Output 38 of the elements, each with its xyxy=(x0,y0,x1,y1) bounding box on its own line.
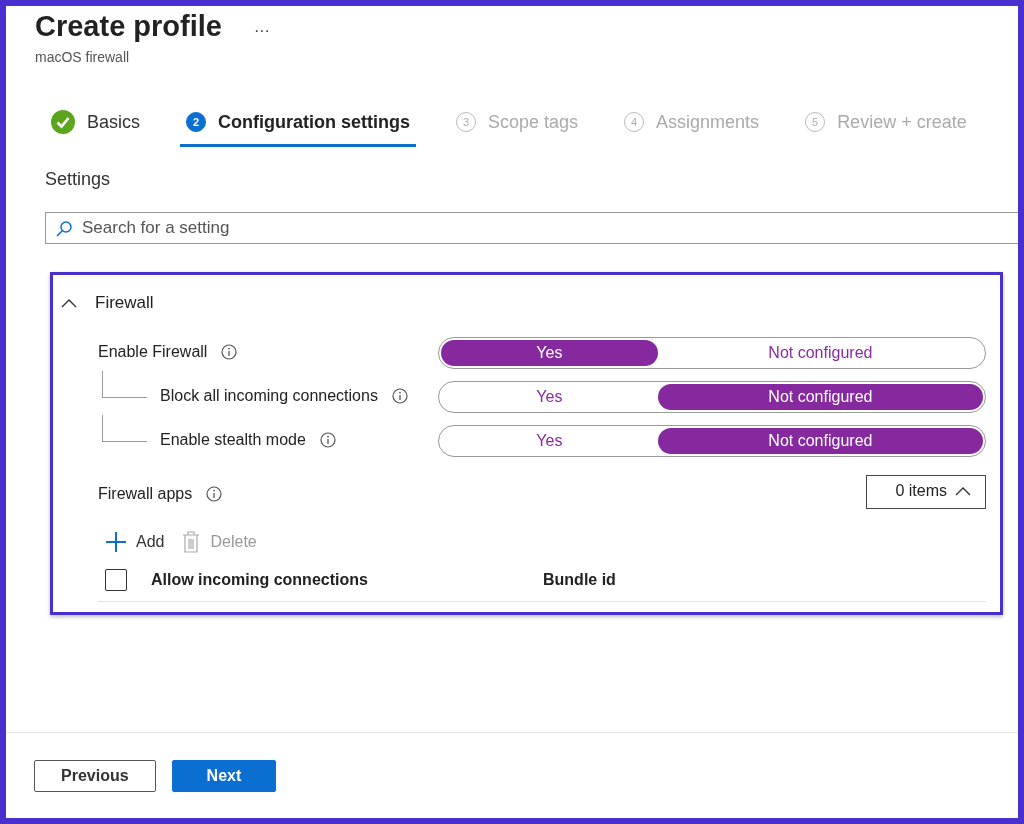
group-title: Firewall xyxy=(95,293,154,313)
option-button[interactable]: Yes xyxy=(441,384,658,410)
more-button[interactable]: ··· xyxy=(253,22,270,40)
step-tab[interactable]: 2 Configuration settings xyxy=(180,109,416,147)
next-button[interactable]: Next xyxy=(171,760,277,792)
step-tab[interactable]: Basics xyxy=(45,109,146,147)
previous-button[interactable]: Previous xyxy=(34,760,156,792)
info-icon[interactable] xyxy=(319,432,336,448)
add-button[interactable]: Add xyxy=(106,531,165,553)
search-icon xyxy=(55,220,73,238)
check-icon xyxy=(51,110,75,134)
setting-label: Firewall apps xyxy=(98,485,193,502)
step-number: 2 xyxy=(186,112,206,132)
section-heading: Settings xyxy=(45,169,112,190)
trash-icon xyxy=(182,531,201,553)
option-button[interactable]: Yes xyxy=(441,340,658,366)
option-button[interactable]: Yes xyxy=(441,428,658,454)
search-field[interactable]: Search for a setting xyxy=(45,212,1018,244)
page-subtitle: macOS firewall xyxy=(35,49,131,65)
setting-label: Block all incoming connections xyxy=(160,387,378,404)
tree-connector xyxy=(102,415,147,442)
plus-icon xyxy=(106,532,126,552)
option-button[interactable]: Not configured xyxy=(657,428,983,454)
chevron-up-icon[interactable] xyxy=(61,298,77,308)
option-button[interactable]: Not configured xyxy=(657,384,983,410)
info-icon[interactable] xyxy=(221,344,238,360)
page-title: Create profile xyxy=(35,10,222,43)
items-dropdown[interactable]: 0 items xyxy=(866,475,986,509)
column-header: Bundle id xyxy=(543,571,617,589)
info-icon[interactable] xyxy=(391,388,408,404)
tree-connector xyxy=(102,371,147,398)
option-button[interactable]: Not configured xyxy=(657,340,983,366)
column-header: Allow incoming connections xyxy=(151,571,369,589)
setting-label: Enable Firewall xyxy=(98,343,208,360)
select-all-checkbox[interactable] xyxy=(105,569,127,591)
setting-label: Enable stealth mode xyxy=(160,431,306,448)
info-icon[interactable] xyxy=(206,486,223,502)
chevron-up-icon xyxy=(955,486,971,496)
